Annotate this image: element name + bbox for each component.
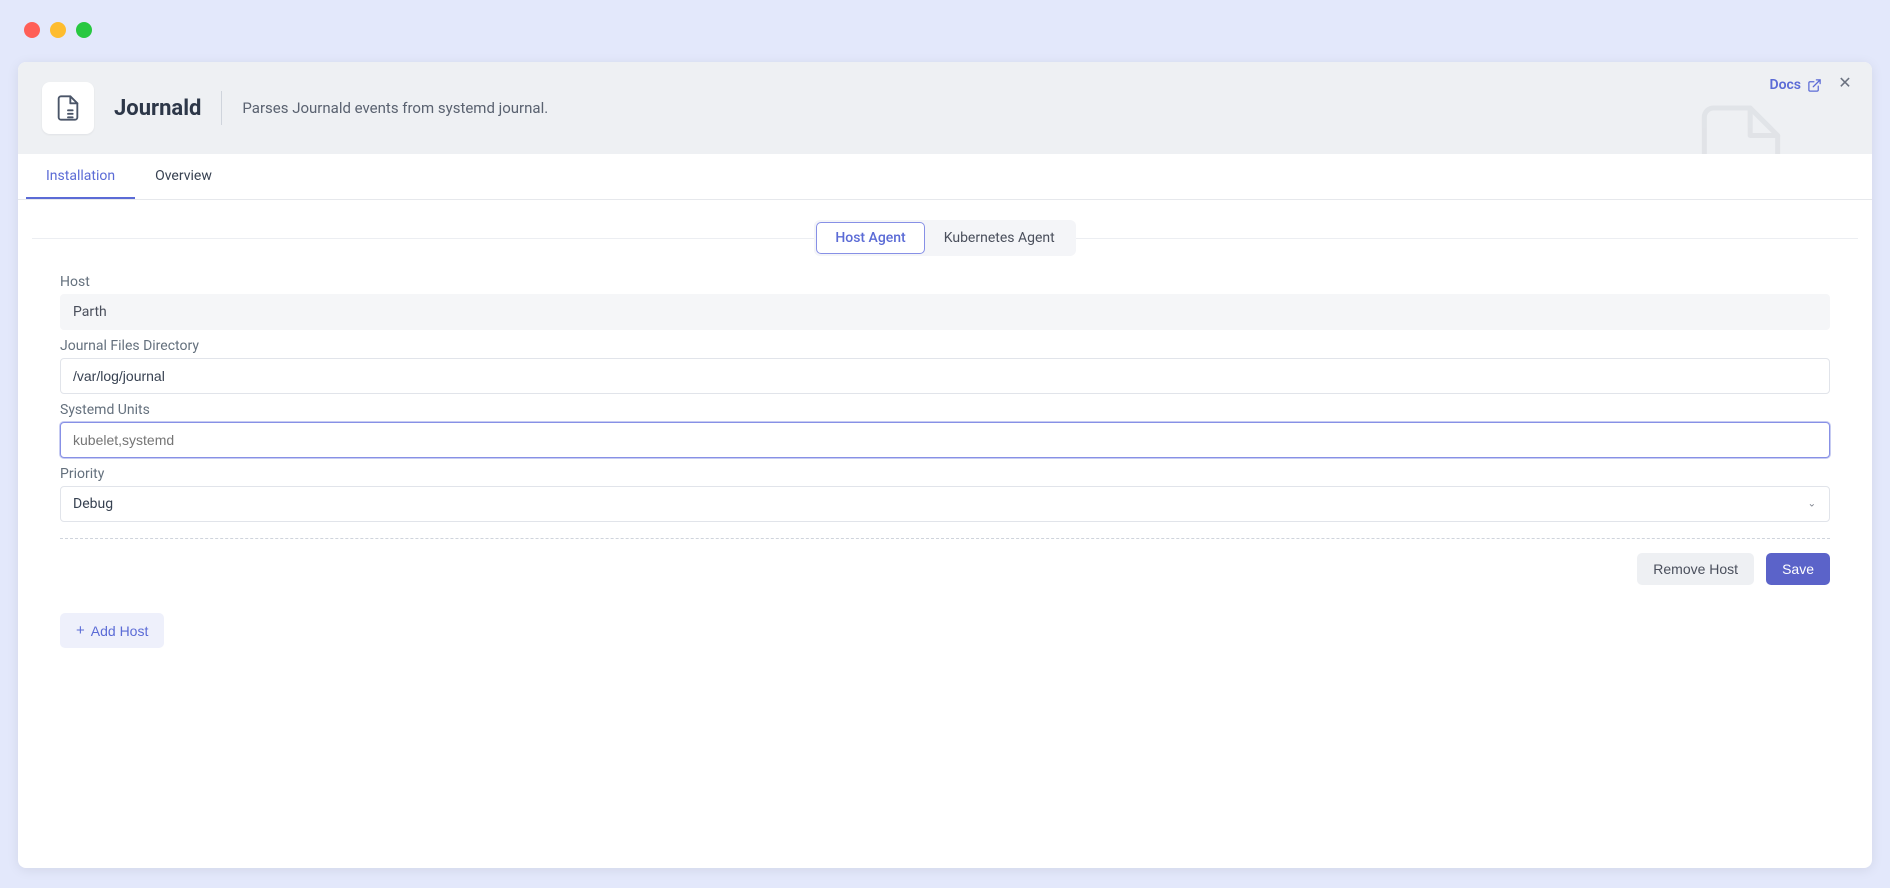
integration-icon [42,82,94,134]
app-window: Journald Parses Journald events from sys… [0,0,1890,888]
tab-installation[interactable]: Installation [26,154,135,199]
host-form: Host Parth Journal Files Directory Syste… [32,274,1858,591]
page-subtitle: Parses Journald events from systemd jour… [242,99,548,117]
journal-dir-input[interactable] [60,358,1830,394]
external-link-icon [1807,78,1822,93]
host-agent-button[interactable]: Host Agent [816,222,924,254]
add-host-button[interactable]: + Add Host [60,613,164,648]
modal-tabs: Installation Overview [18,154,1872,200]
systemd-units-label: Systemd Units [60,402,1830,418]
window-traffic-lights [0,0,1890,48]
modal-content: Host Agent Kubernetes Agent Host Parth J… [18,200,1872,868]
form-divider [60,538,1830,539]
modal-header: Journald Parses Journald events from sys… [18,62,1872,154]
journal-dir-label: Journal Files Directory [60,338,1830,354]
integration-modal: Journald Parses Journald events from sys… [18,62,1872,868]
systemd-units-input[interactable] [60,422,1830,458]
agent-type-toggle: Host Agent Kubernetes Agent [814,220,1075,256]
add-host-label: Add Host [91,623,149,639]
host-label: Host [60,274,1830,290]
page-title: Journald [114,96,201,121]
docs-label: Docs [1769,77,1801,93]
priority-select[interactable]: Debug [60,486,1830,522]
close-icon[interactable]: ✕ [1836,76,1854,94]
file-icon [54,94,82,122]
docs-link[interactable]: Docs [1769,77,1822,93]
remove-host-button[interactable]: Remove Host [1637,553,1754,585]
window-maximize-dot[interactable] [76,22,92,38]
priority-label: Priority [60,466,1830,482]
save-button[interactable]: Save [1766,553,1830,585]
header-divider [221,91,222,125]
kubernetes-agent-button[interactable]: Kubernetes Agent [925,222,1074,254]
window-close-dot[interactable] [24,22,40,38]
tab-overview[interactable]: Overview [135,154,232,199]
plus-icon: + [76,622,85,639]
window-minimize-dot[interactable] [50,22,66,38]
decorative-file-icon [1686,98,1796,154]
host-value: Parth [60,294,1830,330]
